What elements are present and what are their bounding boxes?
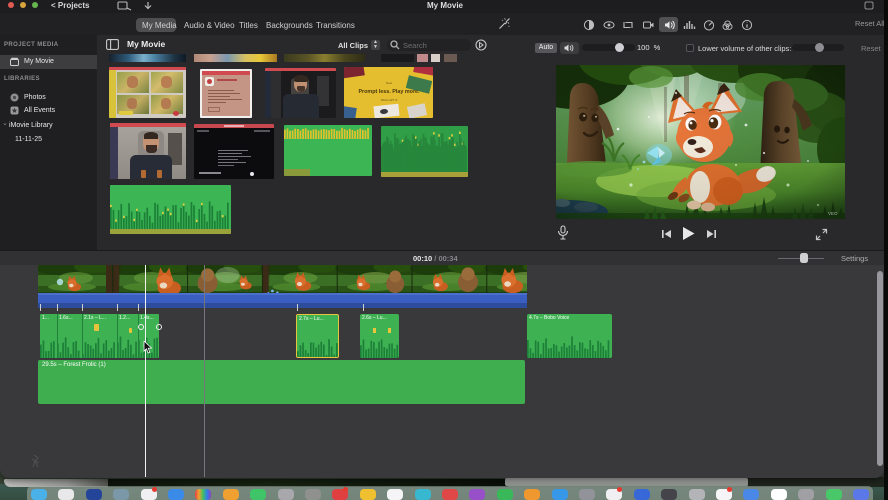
svg-text:VEO: VEO	[828, 211, 838, 216]
